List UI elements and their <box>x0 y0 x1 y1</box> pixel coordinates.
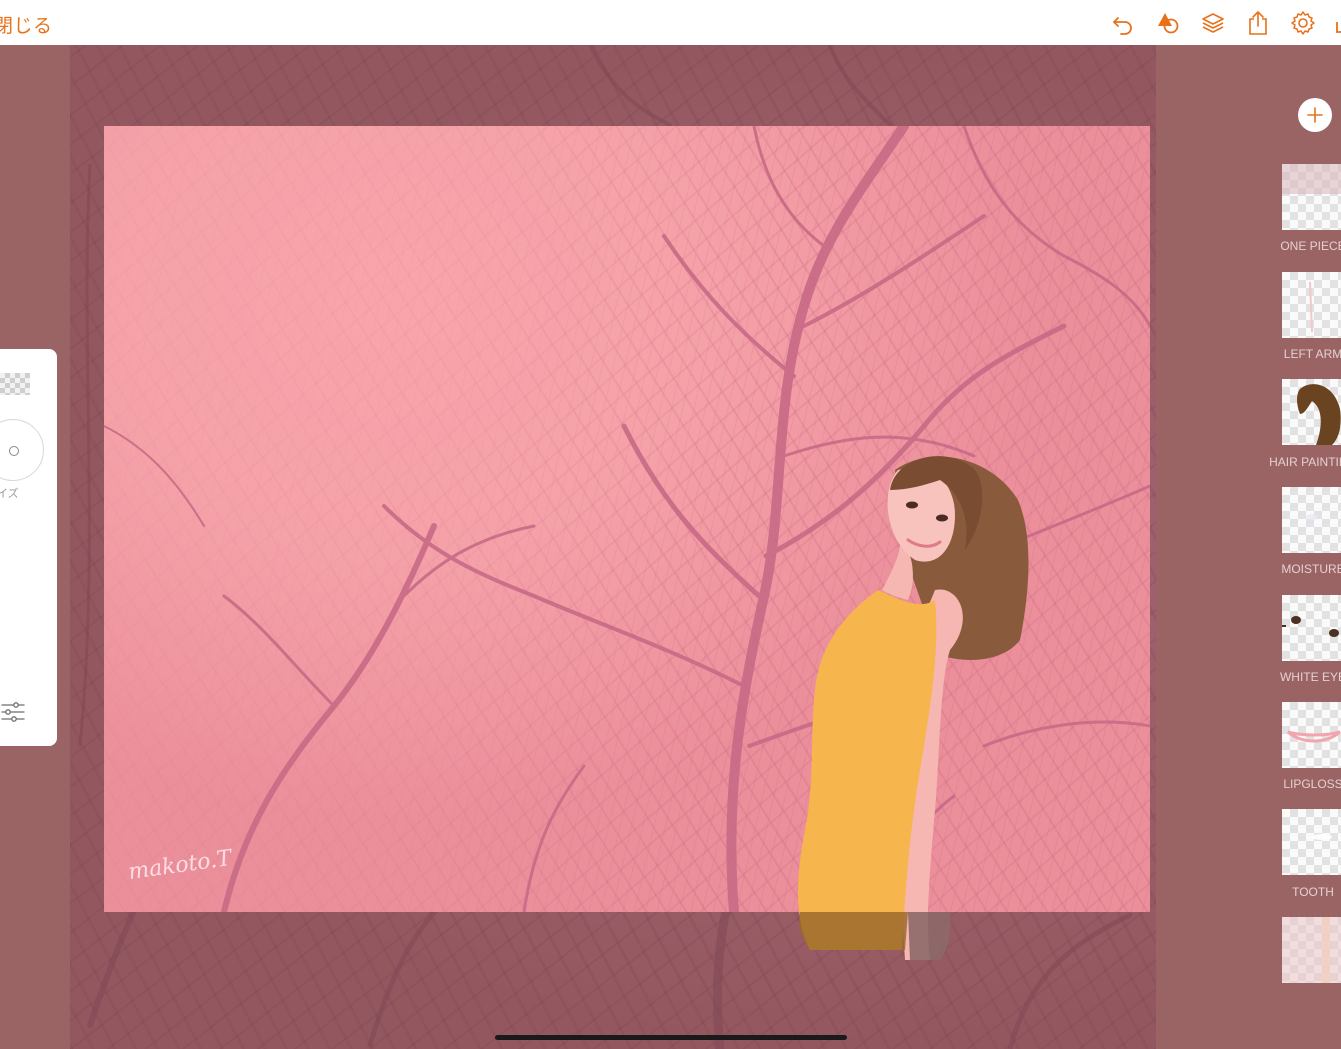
layer-name[interactable]: TOOTH <box>1258 885 1341 899</box>
layer-thumbnail[interactable] <box>1282 917 1341 983</box>
layer-thumbnail[interactable] <box>1282 809 1341 875</box>
share-icon[interactable] <box>1245 10 1271 36</box>
add-layer-button[interactable] <box>1298 98 1332 132</box>
brush-size-dial[interactable] <box>0 419 44 481</box>
layer-name[interactable]: LIPGLOSS <box>1258 777 1341 791</box>
character-illustration <box>790 450 1040 960</box>
top-toolbar: 閉じる <box>0 0 1341 45</box>
home-indicator <box>495 1035 847 1040</box>
layer-thumbnail[interactable] <box>1282 702 1341 768</box>
layer-thumbnail[interactable] <box>1282 164 1341 230</box>
layer-name[interactable]: LEFT ARM <box>1258 347 1341 361</box>
shapes-icon[interactable] <box>1155 10 1181 36</box>
layer-thumbnail[interactable] <box>1282 487 1341 553</box>
layer-name[interactable]: MOISTURE <box>1258 562 1341 576</box>
size-label: サイズ <box>0 488 19 500</box>
layer-thumbnail[interactable] <box>1282 379 1341 445</box>
layer-name[interactable]: ONE PIECE <box>1258 239 1341 253</box>
close-button[interactable]: 閉じる <box>0 11 53 38</box>
layer-thumbnail[interactable] <box>1282 272 1341 338</box>
layers-icon[interactable] <box>1200 10 1226 36</box>
layer-thumbnail[interactable] <box>1282 595 1341 661</box>
layer-name[interactable]: WHITE EYE <box>1258 670 1341 684</box>
brush-size-indicator <box>9 446 19 456</box>
undo-icon[interactable] <box>1110 10 1136 36</box>
fullscreen-icon[interactable] <box>1335 10 1341 36</box>
brush-preview[interactable] <box>0 373 30 395</box>
settings-icon[interactable] <box>1290 10 1316 36</box>
layer-name[interactable]: HAIR PAINTING <box>1258 455 1341 469</box>
brush-settings-icon[interactable] <box>0 699 26 725</box>
brush-tool-panel: サイズ <box>0 349 57 746</box>
